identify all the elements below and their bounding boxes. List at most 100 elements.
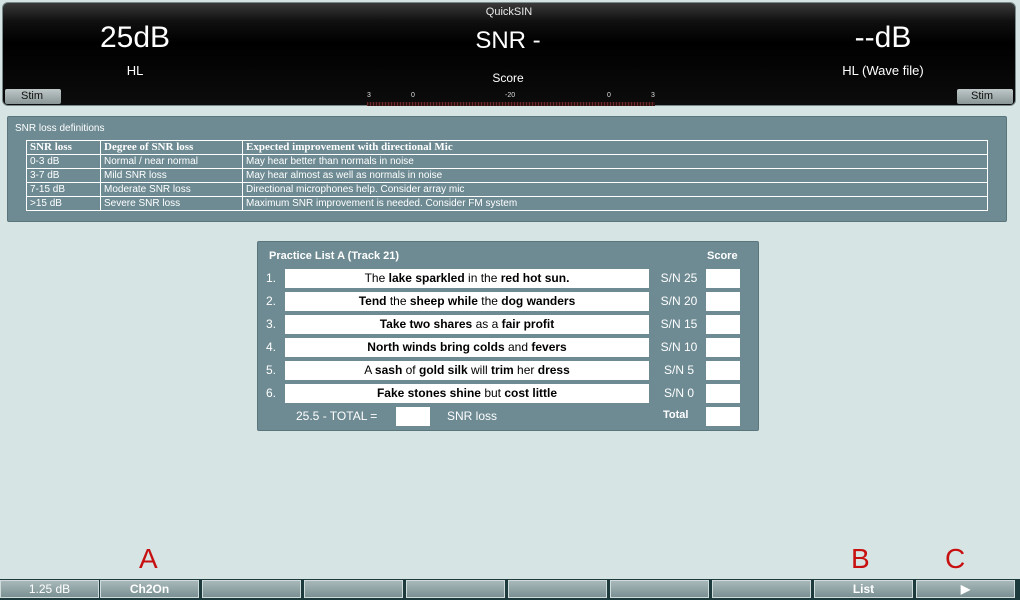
total-score-field [706, 407, 740, 426]
function-key-7[interactable] [610, 580, 709, 598]
sentence-word: as a [475, 317, 499, 331]
sentence-text[interactable]: Take two shares as a fair profit [285, 315, 649, 334]
practice-list-panel: Practice List A (Track 21) Score 1. The … [257, 241, 759, 431]
snr-loss-label: SNR loss [447, 409, 498, 423]
ch2-on-button[interactable]: Ch2On [100, 580, 199, 598]
key-word[interactable]: gold silk [419, 363, 468, 377]
app-title: QuickSIN [485, 6, 533, 18]
step-size-button[interactable]: 1.25 dB [0, 580, 99, 598]
display-panel: QuickSIN 25dB HL SNR - Score --dB HL (Wa… [2, 2, 1016, 106]
sn-label: S/N 25 [660, 271, 698, 285]
key-word[interactable]: cost little [504, 386, 557, 400]
score-input[interactable] [706, 361, 740, 380]
sentence-number: 6. [266, 386, 277, 400]
sentence-row: 3. Take two shares as a fair profit S/N … [258, 315, 758, 334]
key-word[interactable]: trim [491, 363, 514, 377]
vu-scale-label: 0 [411, 92, 415, 99]
sentence-word: but [484, 386, 502, 400]
sentence-word: The [364, 271, 386, 285]
total-label: Total [663, 409, 689, 421]
function-key-8[interactable] [712, 580, 811, 598]
practice-list-title: Practice List A (Track 21) [269, 250, 400, 262]
sentence-word: in the [468, 271, 498, 285]
table-cell: May hear almost as well as normals in no… [242, 168, 988, 183]
sentence-number: 5. [266, 363, 277, 377]
sentence-number: 3. [266, 317, 277, 331]
key-word[interactable]: red hot sun. [501, 271, 570, 285]
table-cell: Normal / near normal [100, 154, 243, 169]
sentence-row: 2. Tend the sheep while the dog wanders … [258, 292, 758, 311]
function-key-5[interactable] [406, 580, 505, 598]
sentence-row: 1. The lake sparkled in the red hot sun.… [258, 269, 758, 288]
key-word[interactable]: fair profit [502, 317, 555, 331]
key-word[interactable]: lake sparkled [389, 271, 465, 285]
function-key-4[interactable] [304, 580, 403, 598]
sentence-number: 1. [266, 271, 277, 285]
function-key-marker-b: B [851, 543, 870, 574]
table-header-row: SNR loss Degree of SNR loss Expected imp… [26, 140, 988, 155]
score-input[interactable] [706, 292, 740, 311]
column-header: Degree of SNR loss [100, 140, 243, 155]
sn-label: S/N 10 [660, 340, 698, 354]
vu-scale-label: 0 [607, 92, 611, 99]
sentence-text[interactable]: Fake stones shine but cost little [285, 384, 649, 403]
table-row: 7-15 dB Moderate SNR loss Directional mi… [26, 182, 988, 197]
wave-level-label: HL (Wave file) [842, 63, 924, 78]
function-key-6[interactable] [508, 580, 607, 598]
hl-level-readout: 25dB [99, 21, 171, 54]
sentence-number: 2. [266, 294, 277, 308]
key-word[interactable]: Take two shares [380, 317, 472, 331]
column-header: Expected improvement with directional Mi… [242, 140, 988, 155]
score-label: Score [492, 71, 524, 85]
table-row: 0-3 dB Normal / near normal May hear bet… [26, 154, 988, 169]
sentence-word: the [389, 294, 407, 308]
key-word[interactable]: North winds bring colds [367, 340, 504, 354]
table-cell: 0-3 dB [26, 154, 101, 169]
key-word[interactable]: sash [375, 363, 402, 377]
sentence-word: A [364, 363, 372, 377]
sentence-text[interactable]: Tend the sheep while the dog wanders [285, 292, 649, 311]
sentence-word: and [507, 340, 528, 354]
sentence-text[interactable]: A sash of gold silk will trim her dress [285, 361, 649, 380]
vu-scale-label: 3 [651, 92, 655, 99]
snr-loss-result-field [396, 407, 430, 426]
table-cell: 3-7 dB [26, 168, 101, 183]
sentence-row: 5. A sash of gold silk will trim her dre… [258, 361, 758, 380]
vu-meter: 3 0 -20 0 3 [367, 92, 655, 106]
function-key-3[interactable] [202, 580, 301, 598]
key-word[interactable]: Tend [359, 294, 387, 308]
key-word[interactable]: dog wanders [501, 294, 575, 308]
next-arrow-button[interactable]: ▶ [916, 580, 1015, 598]
sentence-text[interactable]: North winds bring colds and fevers [285, 338, 649, 357]
sentence-row: 6. Fake stones shine but cost little S/N… [258, 384, 758, 403]
sentence-word: her [517, 363, 535, 377]
stim-left-button[interactable]: Stim [5, 89, 61, 104]
table-cell: May hear better than normals in noise [242, 154, 988, 169]
score-input[interactable] [706, 338, 740, 357]
list-button[interactable]: List [814, 580, 913, 598]
snr-readout: SNR - [475, 27, 541, 54]
key-word[interactable]: sheep while [410, 294, 478, 308]
sentence-row: 4. North winds bring colds and fevers S/… [258, 338, 758, 357]
key-word[interactable]: Fake stones shine [377, 386, 481, 400]
score-input[interactable] [706, 384, 740, 403]
sentence-text[interactable]: The lake sparkled in the red hot sun. [285, 269, 649, 288]
score-input[interactable] [706, 269, 740, 288]
key-word[interactable]: fevers [531, 340, 566, 354]
table-cell: Maximum SNR improvement is needed. Consi… [242, 196, 988, 211]
sentence-word: the [481, 294, 498, 308]
sn-label: S/N 5 [663, 363, 694, 377]
key-word[interactable]: dress [538, 363, 570, 377]
score-input[interactable] [706, 315, 740, 334]
total-row: 25.5 - TOTAL = SNR loss Total [258, 407, 758, 426]
sn-label: S/N 15 [660, 317, 698, 331]
sentence-number: 4. [266, 340, 277, 354]
snr-definitions-panel: SNR loss definitions SNR loss Degree of … [7, 116, 1007, 222]
stim-right-button[interactable]: Stim [957, 89, 1013, 104]
table-cell: >15 dB [26, 196, 101, 211]
sentence-word: of [405, 363, 416, 377]
vu-meter-bar [367, 102, 655, 106]
sentence-word: will [471, 363, 488, 377]
score-column-header: Score [707, 250, 738, 262]
vu-scale-label: -20 [505, 92, 516, 99]
